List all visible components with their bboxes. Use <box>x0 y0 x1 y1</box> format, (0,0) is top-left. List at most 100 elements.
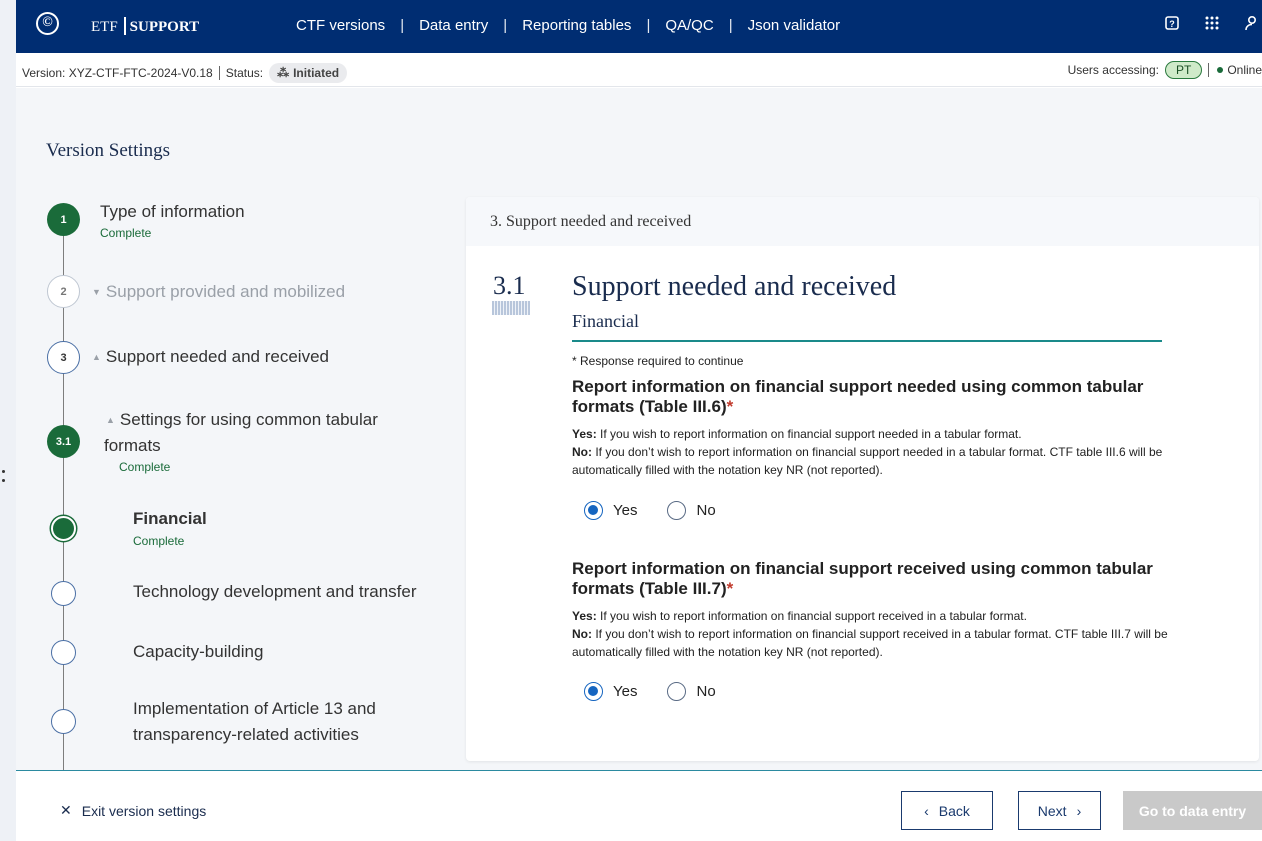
substep-article13-dot[interactable] <box>51 709 76 734</box>
step-1-status: Complete <box>100 226 152 240</box>
question-2-no-radio[interactable]: No <box>667 682 716 701</box>
back-button[interactable]: ‹ Back <box>901 791 993 830</box>
help-icon[interactable]: ? <box>1162 15 1182 36</box>
next-button[interactable]: Next › <box>1018 791 1101 830</box>
substep-financial-status: Complete <box>133 534 185 548</box>
chevron-left-icon: ‹ <box>924 802 929 819</box>
step-3-label[interactable]: ▲ Support needed and received <box>92 347 329 367</box>
main-nav: CTF versions | Data entry | Reporting ta… <box>296 17 840 34</box>
nav-data-entry[interactable]: Data entry <box>419 17 488 34</box>
substep-financial-dot[interactable] <box>51 516 76 541</box>
nav-separator: | <box>646 17 651 34</box>
radio-no-label: No <box>696 502 716 519</box>
navbar-icons: ? <box>1162 15 1262 36</box>
go-to-data-entry-button[interactable]: Go to data entry <box>1123 791 1262 830</box>
top-navbar: © ETF SUPPORT CTF versions | Data entry |… <box>16 0 1262 53</box>
brand-support: SUPPORT <box>129 19 200 35</box>
substep-capacity-dot[interactable] <box>51 640 76 665</box>
no-desc-label: No: <box>572 627 592 641</box>
chevron-up-icon: ▲ <box>106 415 115 425</box>
users-accessing-label: Users accessing: <box>1067 63 1159 77</box>
chevron-right-icon: › <box>1076 802 1082 819</box>
nav-json-validator[interactable]: Json validator <box>748 17 841 34</box>
main-content: Version Settings 1 Type of information C… <box>16 88 1262 770</box>
footer-bar: ✕ Exit version settings ‹ Back Next › Go t… <box>16 770 1262 841</box>
step-3-1-label-line1[interactable]: ▲ Settings for using common tabular <box>106 410 378 430</box>
step-3-1-status: Complete <box>119 460 171 474</box>
users-accessing: Users accessing: PT Online <box>1068 61 1262 79</box>
question-1-no-desc: No: If you don’t wish to report informat… <box>572 443 1172 479</box>
step-1-circle[interactable]: 1 <box>47 203 80 236</box>
yes-desc-text: If you wish to report information on fin… <box>600 609 1027 623</box>
section-title: Support needed and received <box>572 271 897 302</box>
status-badge: ⁂ Initiated <box>269 63 348 83</box>
yes-desc-label: Yes: <box>572 427 597 441</box>
brand-title[interactable]: ETF SUPPORT <box>91 17 199 36</box>
required-mark: * <box>726 397 734 416</box>
status-divider <box>218 66 220 80</box>
status-bar: Version: XYZ-CTF-FTC-2024-V0.18 Status: … <box>16 53 1262 87</box>
substep-article13-label-line2[interactable]: transparency-related activities <box>133 722 359 748</box>
user-icon[interactable] <box>1242 15 1262 36</box>
online-dot-icon <box>1217 67 1224 73</box>
step-2-circle[interactable]: 2 <box>47 275 80 308</box>
brand-divider <box>123 17 126 35</box>
yes-desc-text: If you wish to report information on fin… <box>600 427 1022 441</box>
radio-yes-label: Yes <box>613 683 638 700</box>
question-1-yes-desc: Yes: If you wish to report information o… <box>572 425 1172 443</box>
question-2-radio-group: Yes No <box>584 682 716 701</box>
version-label: Version: XYZ-CTF-FTC-2024-V0.18 <box>22 66 213 80</box>
nav-ctf-versions[interactable]: CTF versions <box>296 17 385 34</box>
section-subtitle: Financial <box>572 311 1162 342</box>
required-mark: * <box>726 579 734 598</box>
step-3-circle[interactable]: 3 <box>47 341 80 374</box>
step-3-1-circle[interactable]: 3.1 <box>47 425 80 458</box>
yes-desc-label: Yes: <box>572 609 597 623</box>
step-1-label[interactable]: Type of information <box>100 202 245 222</box>
next-label: Next <box>1037 802 1067 819</box>
radio-unselected-icon[interactable] <box>667 682 687 701</box>
nav-qa-qc[interactable]: QA/QC <box>665 17 713 34</box>
status-label: Status: <box>225 66 264 80</box>
exit-label: Exit version settings <box>81 802 207 819</box>
close-icon: ✕ <box>60 802 72 818</box>
substep-capacity-label[interactable]: Capacity-building <box>133 639 263 665</box>
step-3-1-label-line2[interactable]: formats <box>104 436 161 456</box>
question-1-title-text: Report information on financial support … <box>572 377 1144 416</box>
radio-unselected-icon[interactable] <box>667 501 687 520</box>
substep-technology-dot[interactable] <box>51 581 76 606</box>
exit-version-settings-link[interactable]: ✕ Exit version settings <box>60 802 206 819</box>
overflow-dots <box>2 466 8 496</box>
question-2-title: Report information on financial support … <box>572 559 1172 599</box>
nav-separator: | <box>728 17 733 34</box>
substep-financial-label[interactable]: Financial <box>133 506 207 532</box>
question-1-no-radio[interactable]: No <box>667 501 716 520</box>
radio-selected-icon[interactable] <box>584 682 603 701</box>
online-label: Online <box>1227 63 1262 77</box>
required-note: * Response required to continue <box>572 354 744 368</box>
substep-technology-label[interactable]: Technology development and transfer <box>133 579 417 605</box>
app-frame: © ETF SUPPORT CTF versions | Data entry |… <box>16 0 1262 841</box>
svg-text:?: ? <box>1169 19 1175 29</box>
nav-separator: | <box>503 17 508 34</box>
nav-separator: | <box>400 17 405 34</box>
section-number: 3.1 <box>493 271 526 300</box>
back-label: Back <box>938 802 970 819</box>
step-2-label[interactable]: ▼ Support provided and mobilized <box>92 282 345 302</box>
radio-selected-icon[interactable] <box>584 501 603 520</box>
un-logo-icon[interactable]: © <box>36 12 59 35</box>
version-info: Version: XYZ-CTF-FTC-2024-V0.18 Status: … <box>22 63 348 83</box>
nav-reporting-tables[interactable]: Reporting tables <box>522 17 631 34</box>
apps-grid-icon[interactable] <box>1202 15 1222 36</box>
page-title: Version Settings <box>46 140 171 161</box>
online-divider <box>1208 63 1210 77</box>
section-number-underline <box>492 301 530 315</box>
question-1-yes-radio[interactable]: Yes <box>584 501 637 520</box>
question-2-no-desc: No: If you don’t wish to report informat… <box>572 625 1172 661</box>
user-avatar-badge[interactable]: PT <box>1164 61 1203 79</box>
chevron-down-icon: ▼ <box>92 287 101 297</box>
substep-article13-label-line1[interactable]: Implementation of Article 13 and <box>133 696 376 722</box>
brand-etf: ETF <box>91 19 118 35</box>
question-2-yes-radio[interactable]: Yes <box>584 682 637 701</box>
loading-spinner-icon: ⁂ <box>277 66 290 80</box>
